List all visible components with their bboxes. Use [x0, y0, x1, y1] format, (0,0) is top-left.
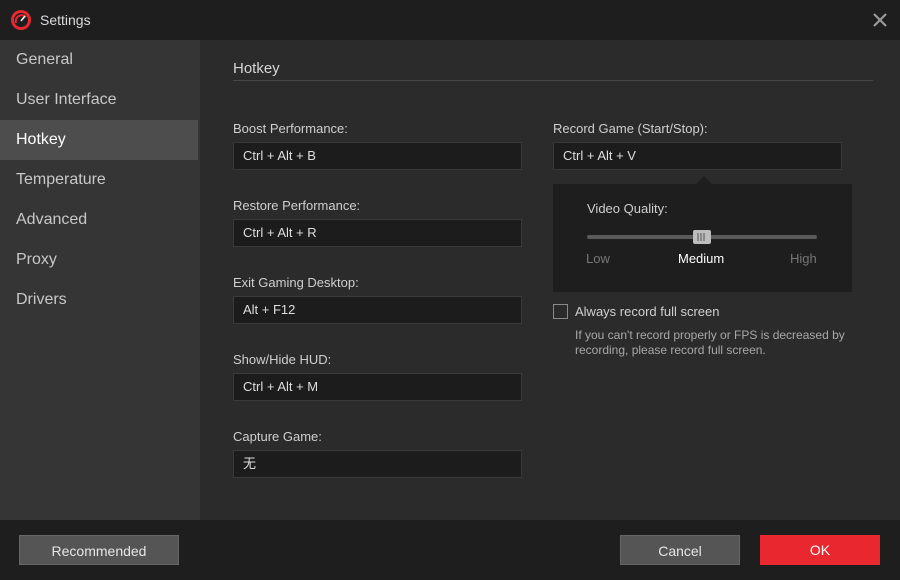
video-quality-panel: Video Quality: Low Medium High — [553, 184, 852, 292]
sidebar-item-temperature[interactable]: Temperature — [0, 160, 198, 200]
close-icon[interactable] — [870, 10, 890, 30]
ok-button[interactable]: OK — [760, 535, 880, 565]
cancel-button[interactable]: Cancel — [620, 535, 740, 565]
dialog-footer: Recommended Cancel OK — [0, 520, 900, 580]
quality-popup-pointer — [696, 176, 712, 184]
capture-game-label: Capture Game: — [233, 429, 322, 444]
video-quality-label: Video Quality: — [587, 201, 668, 216]
sidebar-item-proxy[interactable]: Proxy — [0, 240, 198, 280]
record-game-label: Record Game (Start/Stop): — [553, 121, 708, 136]
grip-lines-icon — [697, 233, 705, 241]
boost-performance-label: Boost Performance: — [233, 121, 348, 136]
full-screen-checkbox[interactable] — [553, 304, 568, 319]
full-screen-hint: If you can't record properly or FPS is d… — [575, 328, 845, 357]
quality-level-low: Low — [586, 251, 610, 266]
section-divider — [233, 80, 873, 81]
show-hide-hud-label: Show/Hide HUD: — [233, 352, 332, 367]
restore-performance-label: Restore Performance: — [233, 198, 361, 213]
record-game-input[interactable]: Ctrl + Alt + V — [553, 142, 842, 170]
capture-game-input[interactable]: 无 — [233, 450, 522, 478]
exit-gaming-desktop-label: Exit Gaming Desktop: — [233, 275, 359, 290]
section-title: Hotkey — [233, 60, 280, 77]
video-quality-slider-thumb[interactable] — [693, 230, 711, 244]
quality-level-medium: Medium — [678, 251, 725, 266]
sidebar-item-user-interface[interactable]: User Interface — [0, 80, 198, 120]
full-screen-checkbox-label[interactable]: Always record full screen — [575, 304, 720, 319]
show-hide-hud-input[interactable]: Ctrl + Alt + M — [233, 373, 522, 401]
boost-performance-input[interactable]: Ctrl + Alt + B — [233, 142, 522, 170]
restore-performance-input[interactable]: Ctrl + Alt + R — [233, 219, 522, 247]
hotkey-panel: Hotkey Boost Performance: Ctrl + Alt + B… — [200, 40, 900, 520]
settings-sidebar: General User Interface Hotkey Temperatur… — [0, 40, 200, 520]
speedometer-logo-icon — [10, 9, 32, 31]
recommended-button[interactable]: Recommended — [19, 535, 179, 565]
quality-level-high: High — [790, 251, 817, 266]
window-title: Settings — [40, 12, 91, 28]
sidebar-item-drivers[interactable]: Drivers — [0, 280, 198, 320]
sidebar-item-general[interactable]: General — [0, 40, 198, 80]
title-bar: Settings — [0, 0, 900, 40]
sidebar-item-advanced[interactable]: Advanced — [0, 200, 198, 240]
sidebar-item-hotkey[interactable]: Hotkey — [0, 120, 198, 160]
exit-gaming-desktop-input[interactable]: Alt + F12 — [233, 296, 522, 324]
